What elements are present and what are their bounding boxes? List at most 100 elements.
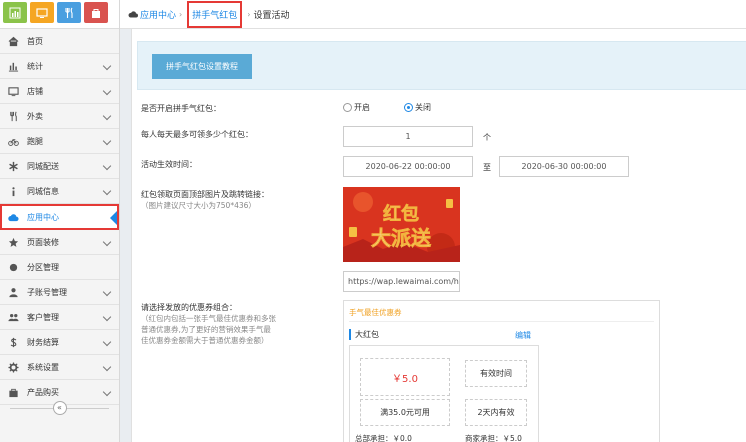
sidebar-item[interactable]: 子账号管理 — [0, 280, 119, 305]
coupon-validity-value: 2天内有效 — [477, 408, 515, 417]
chevron-down-icon[interactable] — [102, 61, 112, 71]
sidebar-item[interactable]: 分区管理 — [0, 255, 119, 280]
tutorial-button[interactable]: 拼手气红包设置教程 — [152, 54, 252, 79]
chevron-down-icon[interactable] — [102, 287, 112, 297]
sidebar-item[interactable]: 跑腿 — [0, 129, 119, 154]
users-icon — [7, 311, 19, 323]
per-day-unit: 个 — [483, 133, 491, 142]
breadcrumb-bar: 应用中心 › 拼手气红包 › 设置活动 — [120, 0, 746, 29]
sidebar-item-label: 同城配送 — [27, 161, 59, 171]
sidebar-item-label: 客户管理 — [27, 312, 59, 322]
active-indicator-icon — [110, 211, 117, 225]
sidebar-item[interactable]: 同城信息 — [0, 179, 119, 204]
sidebar-item[interactable]: 首页 — [0, 29, 119, 54]
end-date-input[interactable]: 2020-06-30 00:00:00 — [499, 156, 629, 177]
sidebar-item-label: 子账号管理 — [27, 287, 67, 297]
home-icon — [7, 35, 19, 47]
gear-icon — [7, 361, 19, 373]
radio-icon[interactable] — [343, 103, 352, 112]
chevron-down-icon[interactable] — [102, 312, 112, 322]
chevron-down-icon[interactable] — [102, 186, 112, 196]
coupon-group: 手气最佳优惠券 大红包 编辑 ￥5.0 有效时间 满35.0元可用 2天内有效 … — [343, 300, 660, 442]
coupon-edit-link[interactable]: 编辑 — [515, 330, 531, 341]
sidebar-item-label: 同城信息 — [27, 186, 59, 196]
sidebar-item[interactable]: 外卖 — [0, 104, 119, 129]
chart-icon[interactable] — [3, 2, 27, 23]
link-input[interactable]: https://wap.lewaimai.com/h5/l — [343, 271, 460, 292]
coupon-platform-share: 总部承担：￥0.0 — [355, 434, 412, 442]
sidebar-item-label: 外卖 — [27, 111, 43, 121]
star-icon — [7, 236, 19, 248]
bar-chart-icon — [7, 60, 19, 72]
chevron-down-icon[interactable] — [102, 362, 112, 372]
breadcrumb-current-label[interactable]: 拼手气红包 — [192, 11, 237, 21]
shopping-icon — [7, 386, 19, 398]
chevron-down-icon[interactable] — [102, 387, 112, 397]
cloud-icon — [128, 11, 138, 18]
sidebar-item[interactable]: 店铺 — [0, 79, 119, 104]
sidebar-collapse[interactable]: « — [0, 398, 119, 418]
chevron-down-icon[interactable] — [102, 136, 112, 146]
chevron-down-icon[interactable] — [102, 111, 112, 121]
sidebar-item-label: 页面装修 — [27, 237, 59, 247]
sidebar-item[interactable]: 页面装修 — [0, 230, 119, 255]
sidebar-item[interactable]: 统计 — [0, 54, 119, 79]
coupon-name: 大红包 — [349, 329, 379, 340]
breadcrumb-current[interactable]: 拼手气红包 — [187, 0, 243, 28]
sidebar-item[interactable]: 客户管理 — [0, 305, 119, 330]
coupon-amount-box: ￥5.0 — [360, 358, 450, 396]
start-date-input[interactable]: 2020-06-22 00:00:00 — [343, 156, 473, 177]
per-day-label: 每人每天最多可领多少个红包： — [141, 130, 253, 139]
sidebar-item-label: 财务结算 — [27, 337, 59, 347]
chevron-down-icon[interactable] — [102, 161, 112, 171]
coupon-label-block: 请选择发放的优惠券组合： （红包内包括一张手气最佳优惠券和多张普通优惠券,为了更… — [141, 302, 276, 346]
coupon-label: 请选择发放的优惠券组合： — [141, 303, 237, 312]
info-icon — [7, 185, 19, 197]
asterisk-icon — [7, 160, 19, 172]
sidebar-item-label: 系统设置 — [27, 362, 59, 372]
dollar-icon — [7, 336, 19, 348]
utensils-icon[interactable] — [57, 2, 81, 23]
coupon-validity-label: 有效时间 — [480, 369, 512, 378]
sidebar-item-label: 跑腿 — [27, 136, 43, 146]
sidebar-item-label: 分区管理 — [27, 262, 59, 272]
coupon-amount: ￥5.0 — [392, 373, 418, 385]
enable-on-label: 开启 — [354, 103, 370, 112]
enable-label: 是否开启拼手气红包： — [141, 104, 221, 113]
top-icon-bar — [0, 0, 119, 29]
image-hint: （图片建议尺寸大小为750*436） — [141, 201, 256, 210]
collapse-icon[interactable]: « — [52, 401, 67, 415]
sidebar-item[interactable]: 系统设置 — [0, 355, 119, 380]
utensils-icon — [7, 110, 19, 122]
breadcrumb-sep: › — [179, 9, 183, 19]
coupon-group-title: 手气最佳优惠券 — [349, 308, 402, 317]
promo-image[interactable]: 红包 大派送 — [343, 187, 460, 262]
bag-icon[interactable] — [84, 2, 108, 23]
cloud-icon — [7, 211, 19, 223]
promo-graphic: 红包 大派送 — [343, 187, 460, 262]
sidebar-item[interactable]: 同城配送 — [0, 154, 119, 179]
monitor-icon[interactable] — [30, 2, 54, 23]
sidebar-item[interactable]: 应用中心 — [0, 204, 119, 230]
promo-text-1: 红包 — [383, 203, 419, 225]
radio-checked-icon[interactable] — [404, 103, 413, 112]
image-label-block: 红包领取页面顶部图片及跳转链接： （图片建议尺寸大小为750*436） — [141, 189, 331, 211]
chevron-down-icon[interactable] — [102, 237, 112, 247]
bicycle-icon — [7, 135, 19, 147]
breadcrumb-root[interactable]: 应用中心 — [140, 8, 176, 21]
sidebar-item-label: 统计 — [27, 61, 43, 71]
coupon-condition: 满35.0元可用 — [380, 408, 430, 417]
image-label: 红包领取页面顶部图片及跳转链接： — [141, 190, 269, 199]
enable-off-radio[interactable]: 关闭 — [404, 102, 431, 113]
sidebar-item[interactable]: 财务结算 — [0, 330, 119, 355]
chevron-down-icon[interactable] — [102, 86, 112, 96]
per-day-input[interactable]: 1 — [343, 126, 473, 147]
chevron-down-icon[interactable] — [102, 337, 112, 347]
circle-icon — [7, 261, 19, 273]
enable-on-radio[interactable]: 开启 — [343, 102, 370, 113]
coupon-merchant-share: 商家承担：￥5.0 — [465, 434, 522, 442]
period-label: 活动生效时间： — [141, 160, 197, 169]
coupon-hint: （红包内包括一张手气最佳优惠券和多张普通优惠券,为了更好的营销效果手气最佳优惠券… — [141, 314, 276, 345]
promo-text-2: 大派送 — [371, 226, 432, 250]
monitor-icon — [7, 85, 19, 97]
